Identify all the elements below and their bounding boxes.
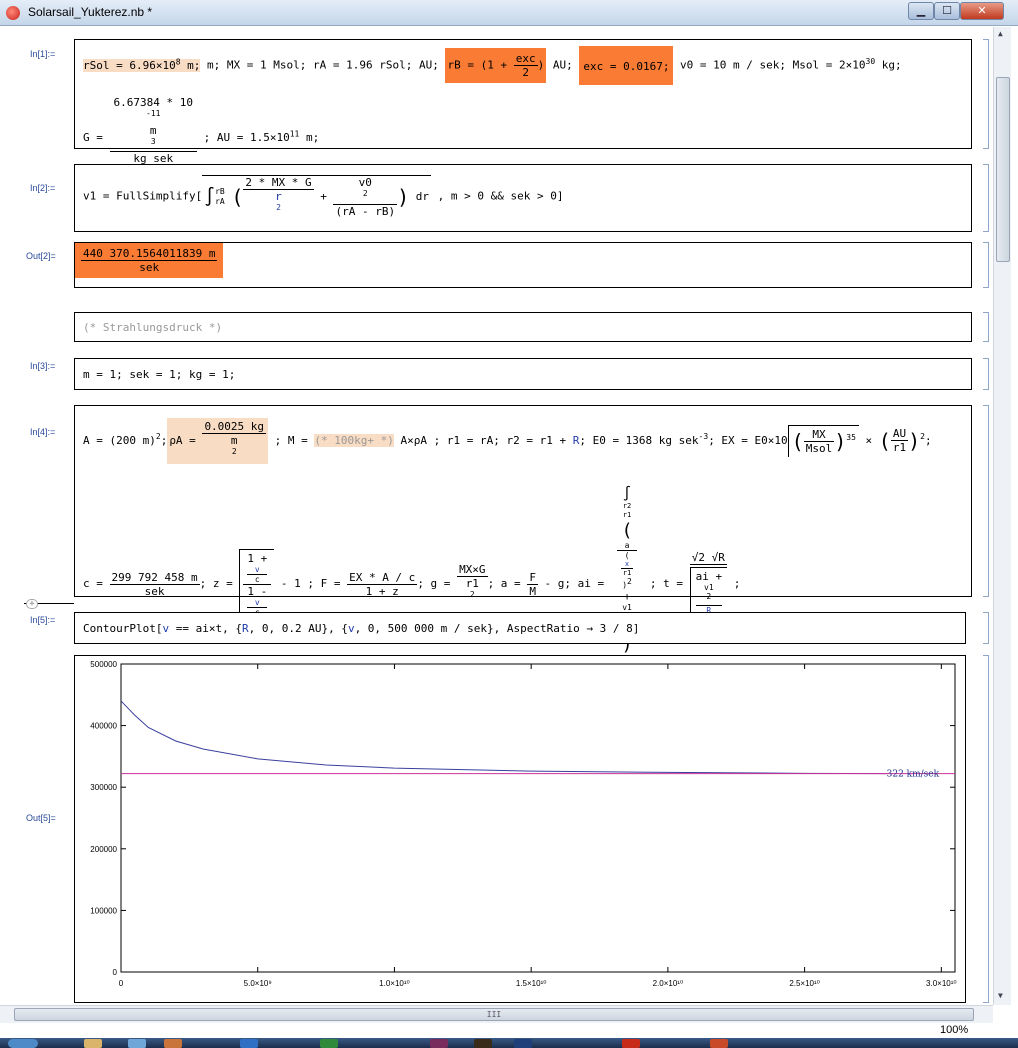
- cell-bracket-comment[interactable]: [983, 312, 989, 342]
- scroll-up-icon[interactable]: ▲: [998, 29, 1003, 38]
- windows-taskbar[interactable]: [0, 1038, 1018, 1048]
- cell-bracket-5[interactable]: [983, 612, 989, 644]
- cell-label-in5: In[5]:=: [30, 615, 56, 625]
- zoom-level[interactable]: 100%: [940, 1024, 968, 1036]
- in4-line-1: A = (200 m)2; ρA = 0.0025 kg m 2 ; M = (* …: [83, 418, 932, 464]
- taskbar-app-icon[interactable]: [128, 1039, 146, 1048]
- taskbar-illustrator-icon[interactable]: [474, 1039, 492, 1048]
- cell-bracket-out2[interactable]: [983, 242, 989, 288]
- cell-bracket-4[interactable]: [983, 405, 989, 597]
- in4-line-2: c = 299 792 458 msek; z = 1 + vc1 - vc -…: [83, 486, 740, 682]
- in5-text: ContourPlot[v == ai×t, {R, 0, 0.2 AU}, {…: [83, 622, 640, 635]
- scroll-down-icon[interactable]: ▼: [998, 991, 1003, 1000]
- out2-value: 440 370.1564011839 m sek: [75, 243, 224, 278]
- comment-text: (* Strahlungsdruck *): [83, 321, 223, 334]
- input-cell-1[interactable]: rSol = 6.96×108 m; m; MX = 1 Msol; rA = …: [74, 39, 972, 174]
- add-cell-icon[interactable]: +: [26, 599, 38, 609]
- in3-text: m = 1; sek = 1; kg = 1;: [83, 368, 236, 381]
- contour-plot[interactable]: 0 100000 200000 300000 400000 500000 0 5.0×10⁹ 1…: [75, 656, 965, 1002]
- x-tick-label: 5.0×10⁹: [244, 979, 272, 988]
- cell-bracket-out5[interactable]: [983, 655, 989, 1003]
- taskbar-indesign-icon[interactable]: [430, 1039, 448, 1048]
- maximize-button[interactable]: ☐: [934, 2, 960, 20]
- notebook-content[interactable]: In[1]:= rSol = 6.96×108 m; m; MX = 1 Mso…: [0, 27, 993, 1005]
- cell-bracket-1[interactable]: [983, 39, 989, 149]
- cell-label-out2: Out[2]=: [26, 251, 56, 261]
- y-tick-label: 300000: [90, 783, 117, 792]
- input-cell-3[interactable]: m = 1; sek = 1; kg = 1;: [74, 358, 972, 390]
- input-cell-4[interactable]: A = (200 m)2; ρA = 0.0025 kg m 2 ; M = (* …: [74, 405, 972, 682]
- window-titlebar[interactable]: Solarsail_Yukterez.nb * ▁ ☐ ✕: [0, 0, 1018, 26]
- horizontal-scroll-thumb[interactable]: III: [14, 1008, 974, 1021]
- close-button[interactable]: ✕: [960, 2, 1004, 20]
- cell-label-in4: In[4]:=: [30, 427, 56, 437]
- in1-line-1: rSol = 6.96×108 m; m; MX = 1 Msol; rA = …: [83, 46, 902, 85]
- taskbar-app-icon[interactable]: [710, 1039, 728, 1048]
- cell-bracket-2[interactable]: [983, 164, 989, 232]
- cell-label-out5: Out[5]=: [26, 813, 56, 823]
- taskbar-word-icon[interactable]: [240, 1039, 258, 1048]
- mathematica-app-icon: [6, 6, 20, 20]
- window-title: Solarsail_Yukterez.nb *: [28, 5, 153, 19]
- plot-frame: [120, 663, 956, 973]
- exc-definition: exc = 0.0167;: [579, 46, 674, 85]
- cell-label-in1: In[1]:=: [30, 49, 56, 59]
- x-tick-label: 3.0×10¹⁰: [926, 979, 957, 988]
- input-cell-2[interactable]: v1 = FullSimplify[ ∫ rB rA (2 * MX * Gr2 +…: [74, 164, 972, 232]
- y-tick-label: 100000: [90, 906, 117, 915]
- horizontal-scrollbar[interactable]: III: [0, 1005, 993, 1023]
- taskbar-excel-icon[interactable]: [320, 1039, 338, 1048]
- taskbar-app-icon[interactable]: [164, 1039, 182, 1048]
- vertical-scroll-thumb[interactable]: [996, 77, 1010, 262]
- in2-line: v1 = FullSimplify[ ∫ rB rA (2 * MX * Gr2 +…: [83, 175, 564, 218]
- x-tick-label: 2.0×10¹⁰: [653, 979, 684, 988]
- start-orb-icon[interactable]: [8, 1039, 38, 1048]
- x-tick-label: 0: [119, 979, 124, 988]
- taskbar-photoshop-icon[interactable]: [514, 1039, 532, 1048]
- vertical-scrollbar[interactable]: ▲ ▼: [993, 27, 1011, 1005]
- taskbar-mathematica-icon[interactable]: [622, 1039, 640, 1048]
- x-tick-label: 2.5×10¹⁰: [789, 979, 820, 988]
- contour-label: 322 km/sek: [887, 770, 940, 780]
- taskbar-folder-icon[interactable]: [84, 1039, 102, 1048]
- cell-label-in2: In[2]:=: [30, 183, 56, 193]
- y-tick-label: 400000: [90, 722, 117, 731]
- y-tick-label: 200000: [90, 845, 117, 854]
- output-cell-2[interactable]: 440 370.1564011839 m sek: [74, 242, 972, 288]
- cell-bracket-3[interactable]: [983, 358, 989, 390]
- comment-cell[interactable]: (* Strahlungsdruck *): [74, 312, 972, 342]
- cell-label-in3: In[3]:=: [30, 361, 56, 371]
- contour-plot-output[interactable]: 0 100000 200000 300000 400000 500000 0 5.0×10⁹ 1…: [74, 655, 966, 1003]
- input-cell-5[interactable]: ContourPlot[v == ai×t, {R, 0, 0.2 AU}, {…: [74, 612, 966, 644]
- y-tick-label: 500000: [90, 660, 117, 669]
- y-tick-label: 0: [113, 968, 118, 977]
- x-tick-label: 1.0×10¹⁰: [379, 979, 410, 988]
- rb-definition: rB = (1 + exc 2): [445, 48, 547, 83]
- x-tick-label: 1.5×10¹⁰: [516, 979, 547, 988]
- minimize-button[interactable]: ▁: [908, 2, 934, 20]
